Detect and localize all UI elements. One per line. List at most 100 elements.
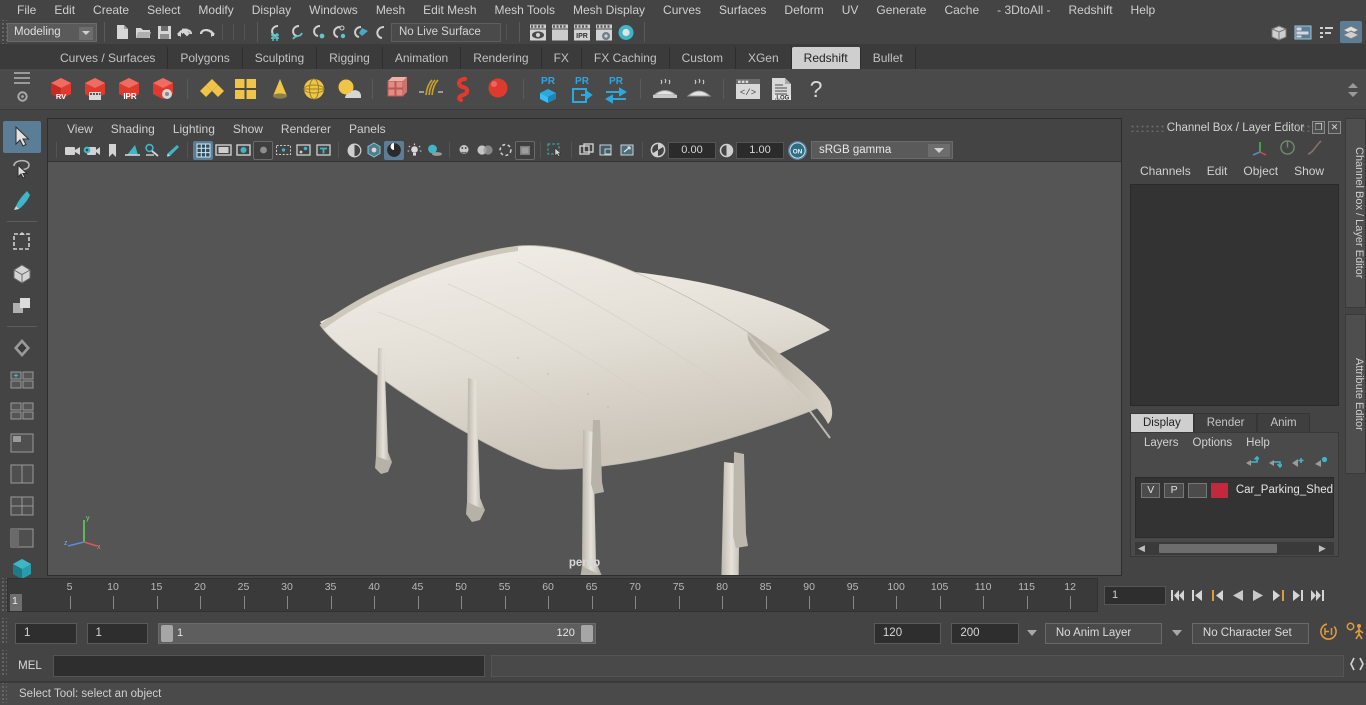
layer-visibility-toggle[interactable]: V (1141, 482, 1161, 498)
soft-select-tool[interactable] (3, 332, 41, 364)
layer-name[interactable]: Car_Parking_Shed (1236, 484, 1333, 496)
redshift-bake-set-icon[interactable] (682, 72, 716, 106)
range-slider-grip[interactable] (0, 618, 7, 644)
menu-item-surfaces[interactable]: Surfaces (710, 0, 775, 20)
layer-editor-tab-render[interactable]: Render (1193, 413, 1258, 432)
render-settings-icon[interactable] (593, 22, 615, 42)
layer-shading-toggle[interactable] (1187, 482, 1208, 498)
scroll-right-icon[interactable]: ▶ (1319, 543, 1326, 554)
channel-box-menu-channels[interactable]: Channels (1132, 160, 1199, 182)
range-start-time-field[interactable]: 1 (86, 622, 149, 644)
go-to-start-icon[interactable] (1169, 585, 1186, 605)
step-forward-frame-icon[interactable] (1269, 585, 1286, 605)
menu-item-deform[interactable]: Deform (775, 0, 832, 20)
redshift-rv-icon[interactable]: RV (44, 72, 78, 106)
shelf-tab-fx-caching[interactable]: FX Caching (581, 47, 670, 69)
shelf-tab-rendering[interactable]: Rendering (461, 47, 542, 69)
help-line-grip[interactable] (0, 683, 7, 703)
anim-layer-dropdown[interactable]: No Anim Layer (1044, 622, 1162, 644)
play-forwards-icon[interactable] (1249, 585, 1266, 605)
redshift-bake-icon[interactable] (648, 72, 682, 106)
channel-box-menu-show[interactable]: Show (1286, 160, 1332, 182)
command-language-label[interactable]: MEL (7, 660, 53, 672)
grease-pencil-icon[interactable] (162, 141, 182, 160)
layer-list-scrollbar[interactable]: ◀ ▶ (1135, 542, 1334, 555)
viewport-menu-shading[interactable]: Shading (102, 119, 164, 139)
shelf-tab-custom[interactable]: Custom (669, 47, 736, 69)
two-d-pan-zoom-icon[interactable] (142, 141, 162, 160)
shadows-icon[interactable] (424, 141, 444, 160)
anim-start-time-field[interactable]: 1 (15, 622, 77, 644)
film-gate-icon[interactable] (213, 141, 233, 160)
chevron-down-icon[interactable] (1348, 91, 1358, 97)
chevron-up-icon[interactable] (1348, 82, 1358, 88)
redshift-ipr-icon[interactable]: IPR (112, 72, 146, 106)
safe-title-icon[interactable] (313, 141, 333, 160)
viewport-menu-lighting[interactable]: Lighting (164, 119, 224, 139)
chevron-down-icon[interactable] (79, 26, 93, 40)
channel-box-content[interactable] (1130, 184, 1339, 406)
live-surface-field[interactable]: No Live Surface (391, 22, 501, 42)
new-layer-from-selected-icon[interactable] (1314, 456, 1328, 471)
layer-playback-toggle[interactable]: P (1164, 482, 1184, 498)
channel-box-menu-edit[interactable]: Edit (1199, 160, 1236, 182)
undo-icon[interactable] (175, 22, 196, 43)
show-manipulator-tool[interactable] (3, 364, 41, 396)
redshift-dome-light-icon[interactable] (297, 72, 331, 106)
step-forward-keyframe-icon[interactable] (1289, 585, 1306, 605)
range-slider-left-handle[interactable] (161, 624, 174, 642)
move-layer-up-icon[interactable] (1245, 455, 1261, 471)
ipr-render-icon[interactable]: IPR (571, 22, 593, 42)
single-perspective-layout-icon[interactable] (3, 427, 41, 459)
redshift-log-icon[interactable]: .LOG (765, 72, 799, 106)
close-icon[interactable]: ✕ (1328, 121, 1341, 134)
xray-active-components-icon[interactable] (617, 141, 637, 160)
channel-box-menu-object[interactable]: Object (1235, 160, 1286, 182)
time-slider-grip[interactable] (0, 578, 7, 612)
shelf-tab-curves-surfaces[interactable]: Curves / Surfaces (48, 47, 169, 69)
menu-item-uv[interactable]: UV (833, 0, 868, 20)
outliner-attribute-icon[interactable] (1292, 21, 1314, 43)
step-back-keyframe-icon[interactable] (1189, 585, 1206, 605)
redshift-script-icon[interactable]: </> (731, 72, 765, 106)
curve-icon[interactable] (1306, 139, 1323, 159)
panel-grip-left[interactable] (1130, 124, 1166, 132)
shelf-tab-redshift[interactable]: Redshift (791, 47, 861, 69)
menu-item-file[interactable]: File (8, 0, 45, 20)
redshift-proxy-icon[interactable] (380, 72, 414, 106)
menu-item-mesh-tools[interactable]: Mesh Tools (486, 0, 564, 20)
use-default-lighting-icon[interactable] (404, 141, 424, 160)
camera-attributes-icon[interactable] (82, 141, 102, 160)
smooth-shade-all-icon[interactable] (364, 141, 384, 160)
character-set-dropdown[interactable]: No Character Set (1191, 622, 1309, 644)
exposure-field[interactable]: 0.00 (668, 141, 716, 159)
snap-to-point-icon[interactable] (307, 22, 328, 43)
exposure-icon[interactable] (648, 141, 668, 160)
menu-item-windows[interactable]: Windows (300, 0, 367, 20)
menu-item-3dtoall[interactable]: - 3DtoAll - (988, 0, 1059, 20)
redshift-pr-export-icon[interactable]: PR (565, 72, 599, 106)
speedometer-icon[interactable] (1279, 139, 1296, 159)
shelf-settings-icon[interactable] (15, 89, 30, 107)
redshift-light-icon[interactable] (195, 72, 229, 106)
motion-blur-icon[interactable] (475, 141, 495, 160)
isolate-select-icon[interactable] (546, 141, 566, 160)
status-line-grip[interactable] (0, 20, 7, 44)
play-backwards-icon[interactable] (1229, 585, 1246, 605)
move-tool[interactable] (3, 227, 41, 259)
menu-item-cache[interactable]: Cache (935, 0, 988, 20)
viewport-menu-renderer[interactable]: Renderer (272, 119, 340, 139)
menu-item-modify[interactable]: Modify (189, 0, 242, 20)
shelf-menu-icon[interactable] (14, 71, 30, 84)
scale-tool[interactable] (3, 290, 41, 322)
color-management-toggle[interactable]: ON (788, 140, 807, 160)
range-slider-right-handle[interactable] (580, 624, 593, 642)
chevron-down-icon[interactable] (928, 144, 950, 157)
menu-item-generate[interactable]: Generate (867, 0, 935, 20)
redshift-pr-bake-icon[interactable]: PR (531, 72, 565, 106)
resolution-gate-icon[interactable] (233, 141, 253, 160)
viewport-menu-show[interactable]: Show (224, 119, 272, 139)
layer-editor-tab-anim[interactable]: Anim (1257, 413, 1310, 432)
shelf-tab-bullet[interactable]: Bullet (860, 47, 916, 69)
snap-to-grid-icon[interactable] (265, 22, 286, 43)
